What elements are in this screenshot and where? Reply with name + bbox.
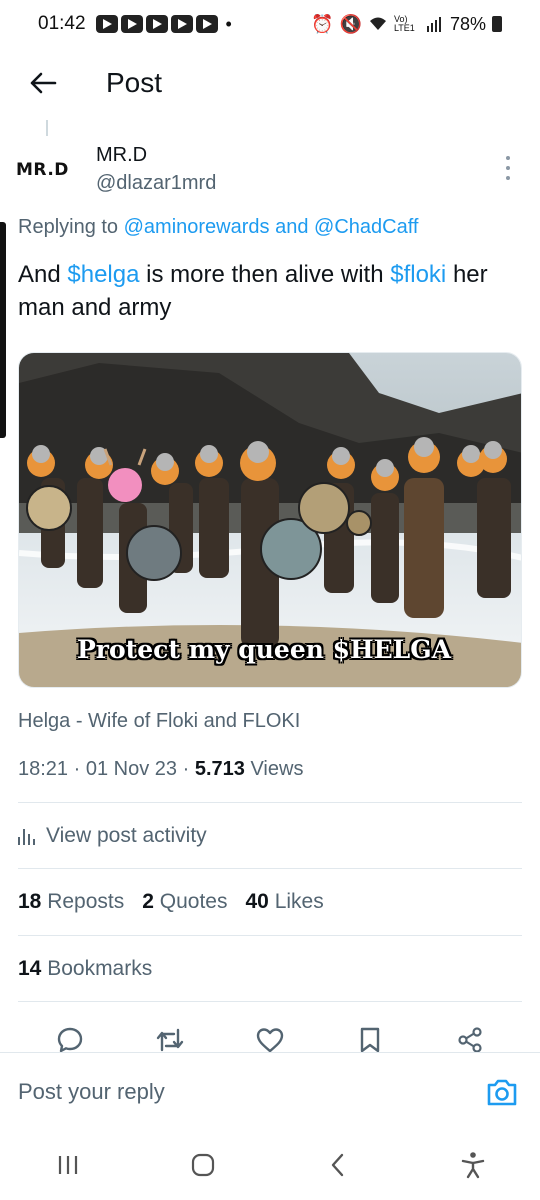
cashtag-link[interactable]: $floki	[390, 261, 446, 288]
meta-separator: ·	[182, 758, 190, 780]
status-time: 01:42	[38, 13, 86, 34]
more-notifications-dot: •	[225, 13, 232, 34]
status-right: ⏰ 🔇 Vo) LTE1 78%	[311, 14, 502, 35]
post-media-image[interactable]: Protect my queen $HELGA	[18, 352, 522, 688]
quotes-stat[interactable]: 2 Quotes	[142, 890, 227, 914]
post-date: 01 Nov 23	[85, 758, 178, 780]
heart-icon	[256, 1028, 284, 1053]
reposts-stat[interactable]: 18 Reposts	[18, 890, 124, 914]
accessibility-icon	[461, 1152, 484, 1179]
camera-icon	[487, 1079, 517, 1106]
reposts-label: Reposts	[47, 890, 125, 913]
back-button[interactable]	[18, 58, 68, 108]
wifi-icon	[369, 17, 386, 30]
post-text: And $helga is more then alive with $flok…	[18, 258, 528, 324]
bar	[28, 834, 30, 845]
engagement-stats: 18 Reposts 2 Quotes 40 Likes	[18, 890, 324, 914]
likes-label: Likes	[274, 890, 324, 913]
bar-chart-icon	[18, 827, 36, 845]
top-app-bar: Post	[0, 52, 540, 114]
system-navigation-bar	[0, 1130, 540, 1200]
activity-label: View post activity	[46, 824, 207, 847]
alarm-icon: ⏰	[311, 13, 334, 34]
home-icon	[191, 1153, 214, 1177]
youtube-notification-icon	[95, 15, 118, 33]
post-meta: 18:21 · 01 Nov 23 · 5.713 Views	[18, 758, 303, 781]
more-vertical-icon-dot	[506, 166, 510, 170]
author-handle[interactable]: @dlazar1mrd	[96, 172, 216, 195]
media-caption: Protect my queen $HELGA	[77, 635, 451, 664]
recent-apps-icon	[58, 1156, 77, 1174]
author-name[interactable]: MR.D	[96, 144, 147, 167]
likes-count: 40	[245, 890, 269, 913]
views-count: 5.713	[194, 758, 245, 780]
quotes-count: 2	[142, 890, 154, 913]
bar	[33, 839, 35, 845]
divider	[18, 935, 522, 936]
bar	[23, 829, 25, 845]
battery-level: 78%	[449, 13, 486, 34]
status-bar: 01:42 • ⏰ 🔇 Vo) LTE1 78%	[0, 0, 540, 48]
post-author: MR.D MR.D @dlazar1mrd	[0, 140, 540, 200]
mention-link[interactable]: @aminorewards	[124, 216, 270, 238]
reply-composer: Post your reply	[0, 1052, 540, 1120]
signal-icon	[426, 17, 441, 32]
battery-icon	[492, 16, 502, 32]
avatar[interactable]: MR.D	[16, 160, 82, 182]
meta-separator: ·	[73, 758, 81, 780]
network-label: Vo) LTE1	[393, 14, 415, 33]
replying-to: Replying to @aminorewards and @ChadCaff	[18, 216, 418, 239]
reposts-count: 18	[18, 890, 42, 913]
replying-prefix: Replying to	[18, 216, 119, 238]
divider	[18, 868, 522, 869]
repost-icon	[156, 1028, 184, 1052]
thread-connector-line	[46, 120, 48, 136]
replying-and[interactable]: and	[275, 216, 308, 238]
system-back-button[interactable]	[316, 1143, 360, 1187]
views-label: Views	[250, 758, 304, 780]
page-title: Post	[106, 67, 163, 98]
bookmarks-label: Bookmarks	[47, 957, 153, 980]
mention-link[interactable]: @ChadCaff	[314, 216, 418, 238]
view-post-activity-button[interactable]: View post activity	[18, 824, 207, 848]
accessibility-button[interactable]	[451, 1143, 495, 1187]
share-icon	[458, 1027, 482, 1053]
likes-stat[interactable]: 40 Likes	[246, 890, 324, 914]
screen-edge-handle	[0, 222, 6, 438]
youtube-notification-icon	[195, 15, 218, 33]
reply-input[interactable]: Post your reply	[18, 1079, 165, 1105]
post-time: 18:21	[18, 758, 69, 780]
more-vertical-icon-dot	[506, 176, 510, 180]
post-text-segment: And	[18, 261, 61, 288]
camera-button[interactable]	[486, 1077, 518, 1107]
recent-apps-button[interactable]	[46, 1143, 90, 1187]
cashtag-link[interactable]: $helga	[67, 261, 139, 288]
divider	[18, 802, 522, 803]
comment-icon	[57, 1027, 83, 1053]
bookmarks-stat[interactable]: 14 Bookmarks	[18, 957, 152, 981]
home-button[interactable]	[181, 1143, 225, 1187]
notification-icons	[95, 15, 218, 33]
mute-icon: 🔇	[339, 13, 362, 34]
more-vertical-icon	[506, 156, 510, 160]
chevron-left-icon	[331, 1153, 343, 1177]
bookmark-icon	[360, 1027, 380, 1053]
youtube-notification-icon	[170, 15, 193, 33]
youtube-notification-icon	[120, 15, 143, 33]
divider	[18, 1001, 522, 1002]
card-title[interactable]: Helga - Wife of Floki and FLOKI	[18, 710, 300, 733]
bookmarks-count: 14	[18, 957, 42, 980]
arrow-left-icon	[30, 72, 57, 94]
youtube-notification-icon	[145, 15, 168, 33]
post-text-segment: is more then alive with	[146, 261, 384, 288]
bar	[18, 837, 20, 845]
quotes-label: Quotes	[159, 890, 228, 913]
more-options-button[interactable]	[498, 154, 518, 182]
